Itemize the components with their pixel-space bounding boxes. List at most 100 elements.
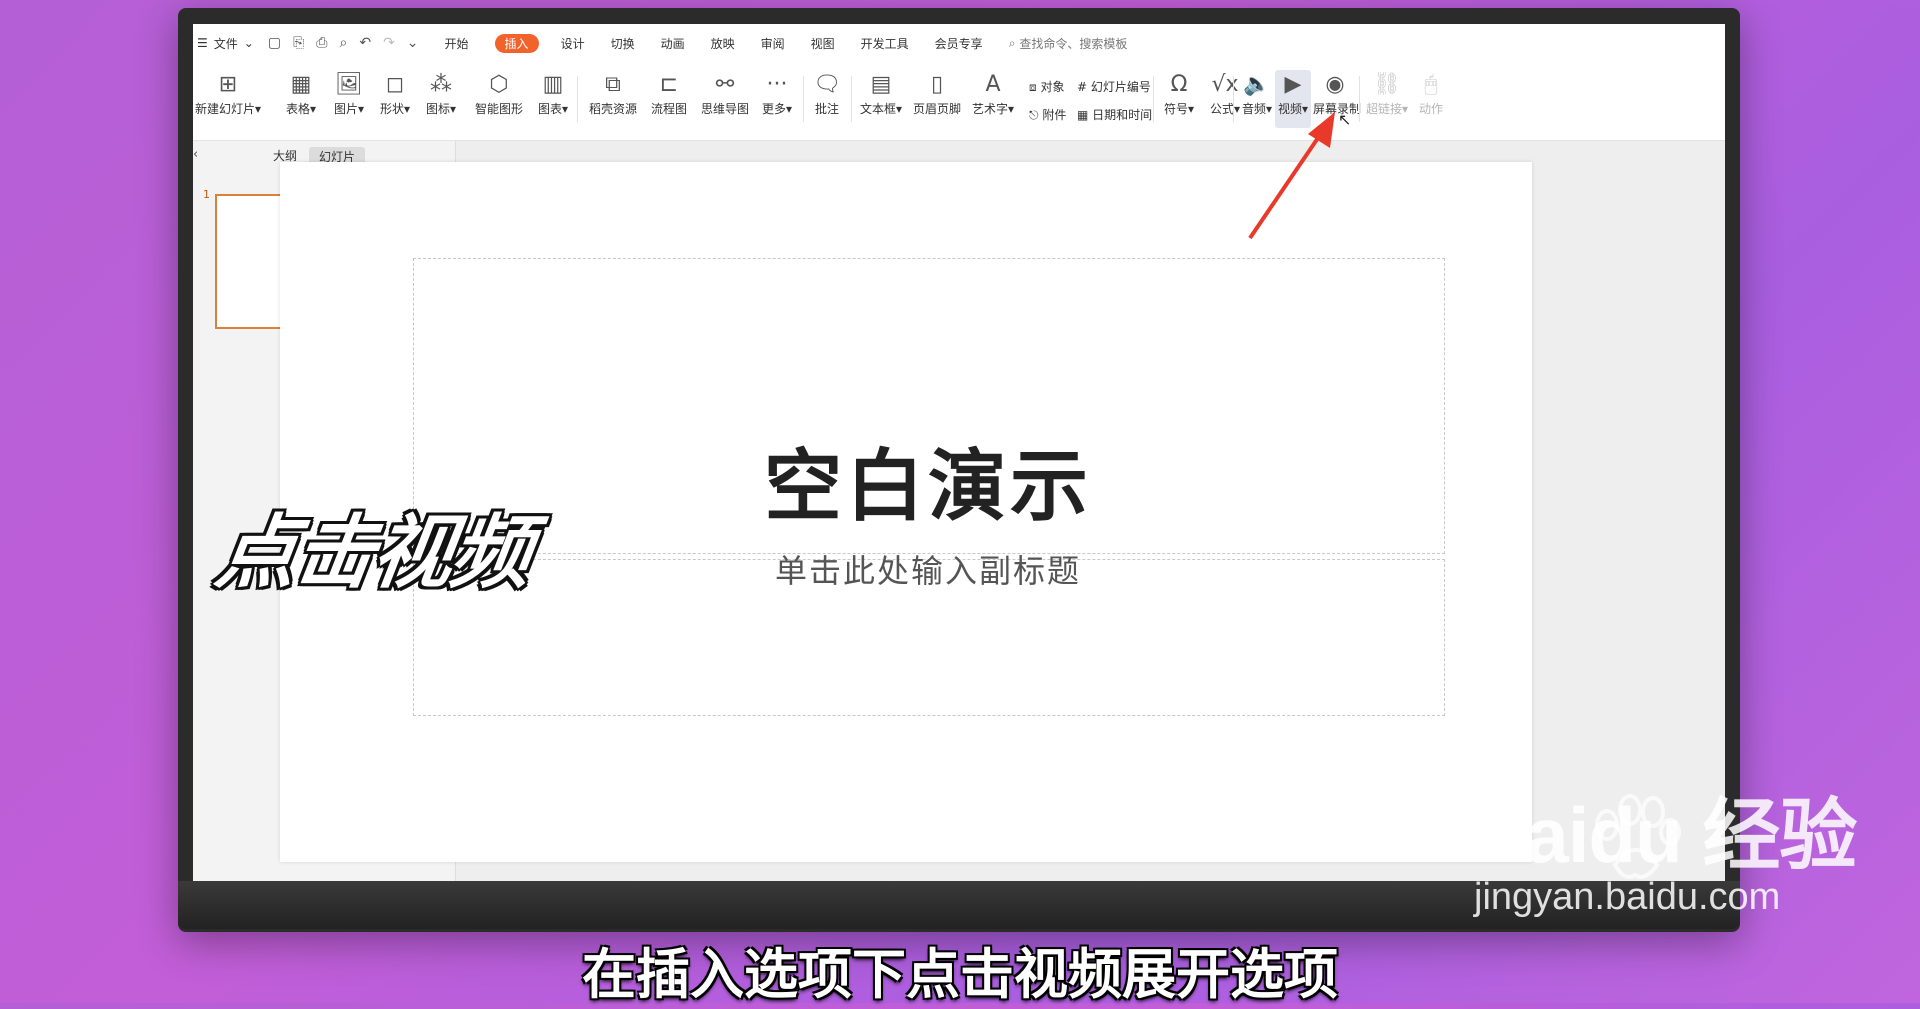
datetime-button[interactable]: ▦ 日期和时间 (1077, 106, 1152, 123)
video-button[interactable]: ▶ 视频▾ (1275, 70, 1311, 128)
chart-button[interactable]: ▥ 图表▾ (533, 70, 573, 128)
divider (803, 76, 804, 122)
collapse-pane-icon[interactable]: ‹ (193, 147, 198, 162)
smart-graphic-label: 智能图形 (474, 102, 523, 116)
resources-button[interactable]: ⧉ 稻壳资源 (585, 70, 641, 128)
menu-bar: ☰ 文件 ⌄ ▢ ⎘ ⎙ ⌕ ↶ ↷ ⌄ 开始 插入 设计 切换 动画 放映 审… (193, 24, 1725, 62)
hyperlink-label: 超链接 (1365, 102, 1402, 116)
quick-access-toolbar: ▢ ⎘ ⎙ ⌕ ↶ ↷ ⌄ (268, 35, 419, 51)
more-icon: ··· (766, 72, 788, 97)
table-button[interactable]: ▦ 表格▾ (281, 70, 321, 128)
mindmap-label: 思维导图 (700, 102, 749, 116)
shape-button[interactable]: ◻ 形状▾ (375, 70, 415, 128)
header-footer-button[interactable]: ▯ 页眉页脚 (911, 70, 963, 128)
divider (851, 76, 852, 122)
tab-insert[interactable]: 插入 (494, 33, 539, 53)
chart-icon: ▥ (542, 72, 564, 97)
table-icon: ▦ (290, 72, 312, 97)
divider (577, 76, 578, 122)
picture-label: 图片 (333, 102, 358, 116)
object-button[interactable]: ⧈ 对象 (1029, 78, 1064, 95)
new-slide-icon: ⊞ (218, 72, 238, 97)
search-icon: ⌕ (1008, 35, 1016, 50)
icon-label: 图标 (425, 102, 450, 116)
tab-transitions[interactable]: 切换 (611, 35, 635, 52)
video-label: 视频 (1277, 102, 1302, 116)
tab-slideshow[interactable]: 放映 (711, 35, 735, 52)
slide-title[interactable]: 空白演示 (413, 424, 1443, 536)
textbox-label: 文本框 (859, 102, 896, 116)
insert-ribbon: ⊞ 新建幻灯片▾ ▦ 表格▾ 🖼 图片▾ ◻ 形状▾ ⁂ 图标▾ ⬡ 智能图形 … (193, 62, 1725, 141)
smart-graphic-icon: ⬡ (489, 72, 509, 97)
mindmap-icon: ⚯ (715, 72, 735, 97)
paperclip-icon: ⎋ (1029, 108, 1039, 122)
datetime-label: 日期和时间 (1092, 108, 1153, 122)
icon-button[interactable]: ⁂ 图标▾ (421, 70, 461, 128)
flowchart-icon: ⊏ (659, 72, 679, 97)
customize-icon[interactable]: ⌄ (407, 35, 419, 51)
video-icon: ▶ (1284, 72, 1302, 97)
mouse-icon: 🖱 (1424, 72, 1438, 97)
chart-label: 图表 (537, 102, 562, 116)
mindmap-button[interactable]: ⚯ 思维导图 (697, 70, 753, 128)
icons-gallery-icon: ⁂ (430, 72, 452, 97)
screen-record-icon: ◉ (1325, 72, 1345, 97)
watermark: Baidu 经验 jingyan.baidu.com (1470, 795, 1857, 919)
undo-icon[interactable]: ↶ (359, 35, 371, 51)
comment-button[interactable]: 🗨 批注 (809, 70, 845, 128)
redo-icon[interactable]: ↷ (383, 35, 395, 51)
smart-graphic-button[interactable]: ⬡ 智能图形 (471, 70, 527, 128)
tab-animation[interactable]: 动画 (661, 35, 685, 52)
save-icon[interactable]: ▢ (268, 35, 281, 51)
tab-member[interactable]: 会员专享 (935, 35, 983, 52)
table-label: 表格 (285, 102, 310, 116)
resources-label: 稻壳资源 (588, 102, 637, 116)
tab-home[interactable]: 开始 (445, 35, 469, 52)
new-slide-button[interactable]: ⊞ 新建幻灯片▾ (193, 70, 263, 128)
hyperlink-button[interactable]: ⛓ 超链接▾ (1365, 70, 1409, 128)
divider (1153, 76, 1154, 122)
symbol-label: 符号 (1163, 102, 1188, 116)
attachment-label: 附件 (1042, 108, 1067, 122)
slide-subtitle[interactable]: 单击此处输入副标题 (413, 546, 1443, 592)
shape-label: 形状 (379, 102, 404, 116)
formula-label: 公式 (1209, 102, 1234, 116)
audio-button[interactable]: 🔈 音频▾ (1237, 70, 1277, 128)
omega-icon: Ω (1170, 72, 1188, 97)
more-button[interactable]: ··· 更多▾ (757, 70, 797, 128)
link-icon: ⛓ (1373, 72, 1401, 97)
flowchart-button[interactable]: ⊏ 流程图 (647, 70, 691, 128)
tab-view[interactable]: 视图 (811, 35, 835, 52)
print-preview-icon[interactable]: ⌕ (339, 35, 347, 51)
textbox-button[interactable]: ▤ 文本框▾ (857, 70, 905, 128)
speaker-icon: 🔈 (1243, 72, 1271, 97)
header-footer-icon: ▯ (930, 72, 944, 97)
object-label: 对象 (1040, 80, 1065, 94)
picture-icon: 🖼 (335, 72, 363, 97)
attachment-button[interactable]: ⎋ 附件 (1029, 106, 1066, 123)
search-placeholder: 查找命令、搜索模板 (1019, 36, 1128, 51)
wordart-label: 艺术字 (971, 102, 1008, 116)
picture-button[interactable]: 🖼 图片▾ (329, 70, 369, 128)
divider (1233, 76, 1234, 122)
tab-developer[interactable]: 开发工具 (861, 35, 909, 52)
tab-design[interactable]: 设计 (561, 35, 585, 52)
tab-review[interactable]: 审阅 (761, 35, 785, 52)
comment-icon: 🗨 (813, 72, 841, 97)
divider (1359, 76, 1360, 122)
command-search[interactable]: ⌕ 查找命令、搜索模板 (1009, 35, 1128, 52)
slide-thumbnail-number: 1 (203, 188, 210, 201)
overlay-label: 点击视频 (210, 506, 536, 599)
export-pdf-icon[interactable]: ⎘ (293, 35, 304, 51)
file-menu[interactable]: ☰ 文件 ⌄ (197, 35, 254, 52)
chevron-down-icon: ⌄ (243, 36, 254, 50)
action-button[interactable]: 🖱 动作 (1413, 70, 1449, 128)
symbol-button[interactable]: Ω 符号▾ (1159, 70, 1199, 128)
mouse-cursor-icon: ↖ (1338, 110, 1352, 129)
slide-number-label: 幻灯片编号 (1090, 80, 1151, 94)
slide-number-button[interactable]: # 幻灯片编号 (1077, 78, 1151, 95)
flowchart-label: 流程图 (650, 102, 687, 116)
wordart-button[interactable]: A 艺术字▾ (969, 70, 1017, 128)
shape-icon: ◻ (385, 72, 405, 97)
print-icon[interactable]: ⎙ (316, 35, 327, 51)
